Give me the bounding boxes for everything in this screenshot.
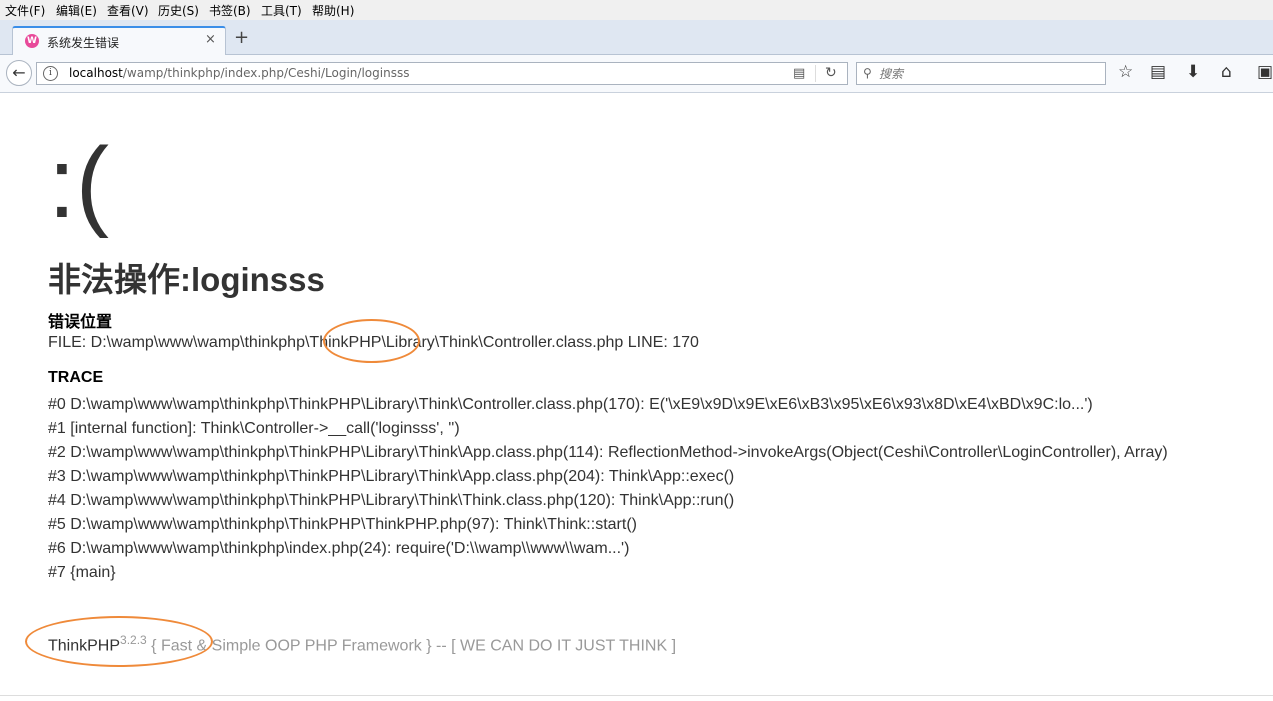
search-icon: ⚲ bbox=[863, 66, 872, 80]
menu-view[interactable]: 查看(V) bbox=[107, 2, 149, 19]
new-tab-button[interactable]: + bbox=[234, 27, 249, 48]
trace-line: #2 D:\wamp\www\wamp\thinkphp\ThinkPHP\Li… bbox=[48, 444, 1168, 461]
home-icon[interactable]: ⌂ bbox=[1221, 62, 1232, 82]
menu-history[interactable]: 历史(S) bbox=[158, 2, 199, 19]
trace-line: #4 D:\wamp\www\wamp\thinkphp\ThinkPHP\Li… bbox=[48, 492, 735, 509]
nav-bar: ← i localhost/wamp/thinkphp/index.php/Ce… bbox=[0, 55, 1273, 93]
library-icon[interactable]: ▤ bbox=[1150, 62, 1166, 82]
tab-close-icon[interactable]: × bbox=[205, 32, 216, 47]
menu-file[interactable]: 文件(F) bbox=[5, 2, 45, 19]
menu-bookmarks[interactable]: 书签(B) bbox=[209, 2, 251, 19]
url-divider bbox=[815, 65, 816, 82]
trace-heading: TRACE bbox=[48, 369, 104, 386]
url-host: localhost bbox=[69, 66, 123, 80]
url-text[interactable]: localhost/wamp/thinkphp/index.php/Ceshi/… bbox=[69, 66, 409, 80]
download-icon[interactable]: ⬇ bbox=[1186, 62, 1200, 82]
menu-help[interactable]: 帮助(H) bbox=[312, 2, 354, 19]
menu-edit[interactable]: 编辑(E) bbox=[56, 2, 97, 19]
trace-line: #0 D:\wamp\www\wamp\thinkphp\ThinkPHP\Li… bbox=[48, 396, 1093, 413]
footer-slogan: { Fast & Simple OOP PHP Framework } -- [… bbox=[146, 637, 677, 655]
tab-active[interactable]: W 系统发生错误 × bbox=[12, 26, 226, 55]
error-page: :( 非法操作:loginsss 错误位置 FILE: D:\wamp\www\… bbox=[48, 93, 1273, 698]
trace-line: #7 {main} bbox=[48, 564, 116, 581]
annotation-ellipse bbox=[25, 616, 213, 667]
sad-face: :( bbox=[48, 127, 110, 239]
url-bar[interactable]: i localhost/wamp/thinkphp/index.php/Cesh… bbox=[36, 62, 848, 85]
back-button[interactable]: ← bbox=[6, 60, 32, 86]
annotation-ellipse bbox=[323, 319, 420, 363]
wamp-favicon-icon: W bbox=[25, 34, 39, 48]
reader-view-icon[interactable]: ▤ bbox=[793, 66, 805, 81]
menu-bar: 文件(F) 编辑(E) 查看(V) 历史(S) 书签(B) 工具(T) 帮助(H… bbox=[0, 0, 1273, 20]
reload-icon[interactable]: ↻ bbox=[825, 65, 837, 81]
arrow-left-icon: ← bbox=[12, 63, 26, 82]
bookmark-star-icon[interactable]: ☆ bbox=[1118, 62, 1133, 82]
menu-tools[interactable]: 工具(T) bbox=[261, 2, 302, 19]
trace-line: #1 [internal function]: Think\Controller… bbox=[48, 420, 460, 437]
trace-line: #5 D:\wamp\www\wamp\thinkphp\ThinkPHP\Th… bbox=[48, 516, 637, 533]
tab-title: 系统发生错误 bbox=[47, 36, 120, 50]
url-path: /wamp/thinkphp/index.php/Ceshi/Login/log… bbox=[122, 66, 410, 80]
trace-line: #6 D:\wamp\www\wamp\thinkphp\index.php(2… bbox=[48, 540, 630, 557]
error-title: 非法操作:loginsss bbox=[48, 261, 325, 298]
location-heading: 错误位置 bbox=[48, 314, 113, 331]
bottom-divider bbox=[0, 695, 1273, 696]
search-input[interactable] bbox=[879, 65, 1099, 82]
trace-line: #3 D:\wamp\www\wamp\thinkphp\ThinkPHP\Li… bbox=[48, 468, 735, 485]
info-icon[interactable]: i bbox=[43, 66, 58, 81]
search-bar[interactable]: ⚲ bbox=[856, 62, 1106, 85]
pocket-icon[interactable]: ▣ bbox=[1257, 62, 1273, 82]
